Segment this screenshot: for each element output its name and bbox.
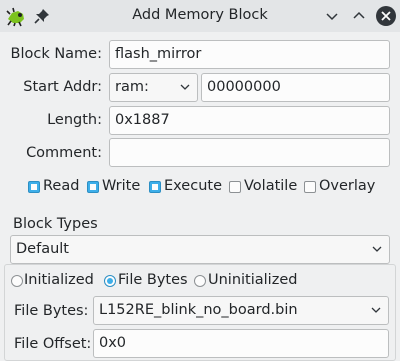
file-bytes-label: File Bytes: (14, 303, 89, 319)
close-button[interactable] (376, 6, 396, 26)
uninitialized-radio-label[interactable]: Uninitialized (208, 272, 297, 288)
read-checkbox[interactable] (28, 181, 40, 193)
file-offset-input[interactable]: 0x0 (93, 329, 389, 358)
read-checkbox-label[interactable]: Read (43, 178, 79, 194)
chevron-down-icon (371, 307, 381, 313)
comment-label: Comment: (26, 145, 102, 161)
block-name-label: Block Name: (10, 46, 103, 62)
address-space-value: ram: (115, 79, 149, 95)
overlay-checkbox-label[interactable]: Overlay (319, 178, 375, 194)
volatile-checkbox[interactable] (229, 181, 241, 193)
block-types-combo[interactable]: Default (10, 235, 390, 264)
uninitialized-radio[interactable] (194, 275, 206, 287)
start-addr-input[interactable]: 00000000 (201, 73, 390, 102)
file-offset-label: File Offset: (14, 336, 92, 352)
file-bytes-radio[interactable] (104, 275, 116, 287)
block-name-input[interactable]: flash_mirror (109, 40, 390, 69)
length-input[interactable]: 0x1887 (109, 106, 390, 135)
block-types-label: Block Types (13, 216, 98, 232)
overlay-checkbox[interactable] (304, 181, 316, 193)
write-checkbox-label[interactable]: Write (102, 178, 140, 194)
block-types-value: Default (16, 241, 69, 257)
start-addr-label: Start Addr: (23, 79, 102, 95)
file-bytes-radio-label[interactable]: File Bytes (118, 272, 188, 288)
initialized-radio-label[interactable]: Initialized (24, 272, 94, 288)
length-label: Length: (47, 112, 102, 128)
minimize-icon (326, 13, 338, 21)
maximize-icon (353, 11, 365, 19)
execute-checkbox[interactable] (149, 181, 161, 193)
minimize-button[interactable] (322, 6, 342, 26)
execute-checkbox-label[interactable]: Execute (164, 178, 222, 194)
title-bar: Add Memory Block (0, 0, 400, 32)
maximize-button[interactable] (349, 6, 369, 26)
chevron-down-icon (372, 246, 382, 252)
file-bytes-value: L152RE_blink_no_board.bin (99, 302, 298, 318)
chevron-down-icon (180, 84, 190, 90)
close-icon (381, 11, 391, 21)
write-checkbox[interactable] (87, 181, 99, 193)
file-bytes-combo[interactable]: L152RE_blink_no_board.bin (93, 296, 389, 325)
volatile-checkbox-label[interactable]: Volatile (244, 178, 297, 194)
address-space-combo[interactable]: ram: (109, 73, 198, 102)
initialized-radio[interactable] (11, 275, 23, 287)
comment-input[interactable] (109, 138, 390, 167)
